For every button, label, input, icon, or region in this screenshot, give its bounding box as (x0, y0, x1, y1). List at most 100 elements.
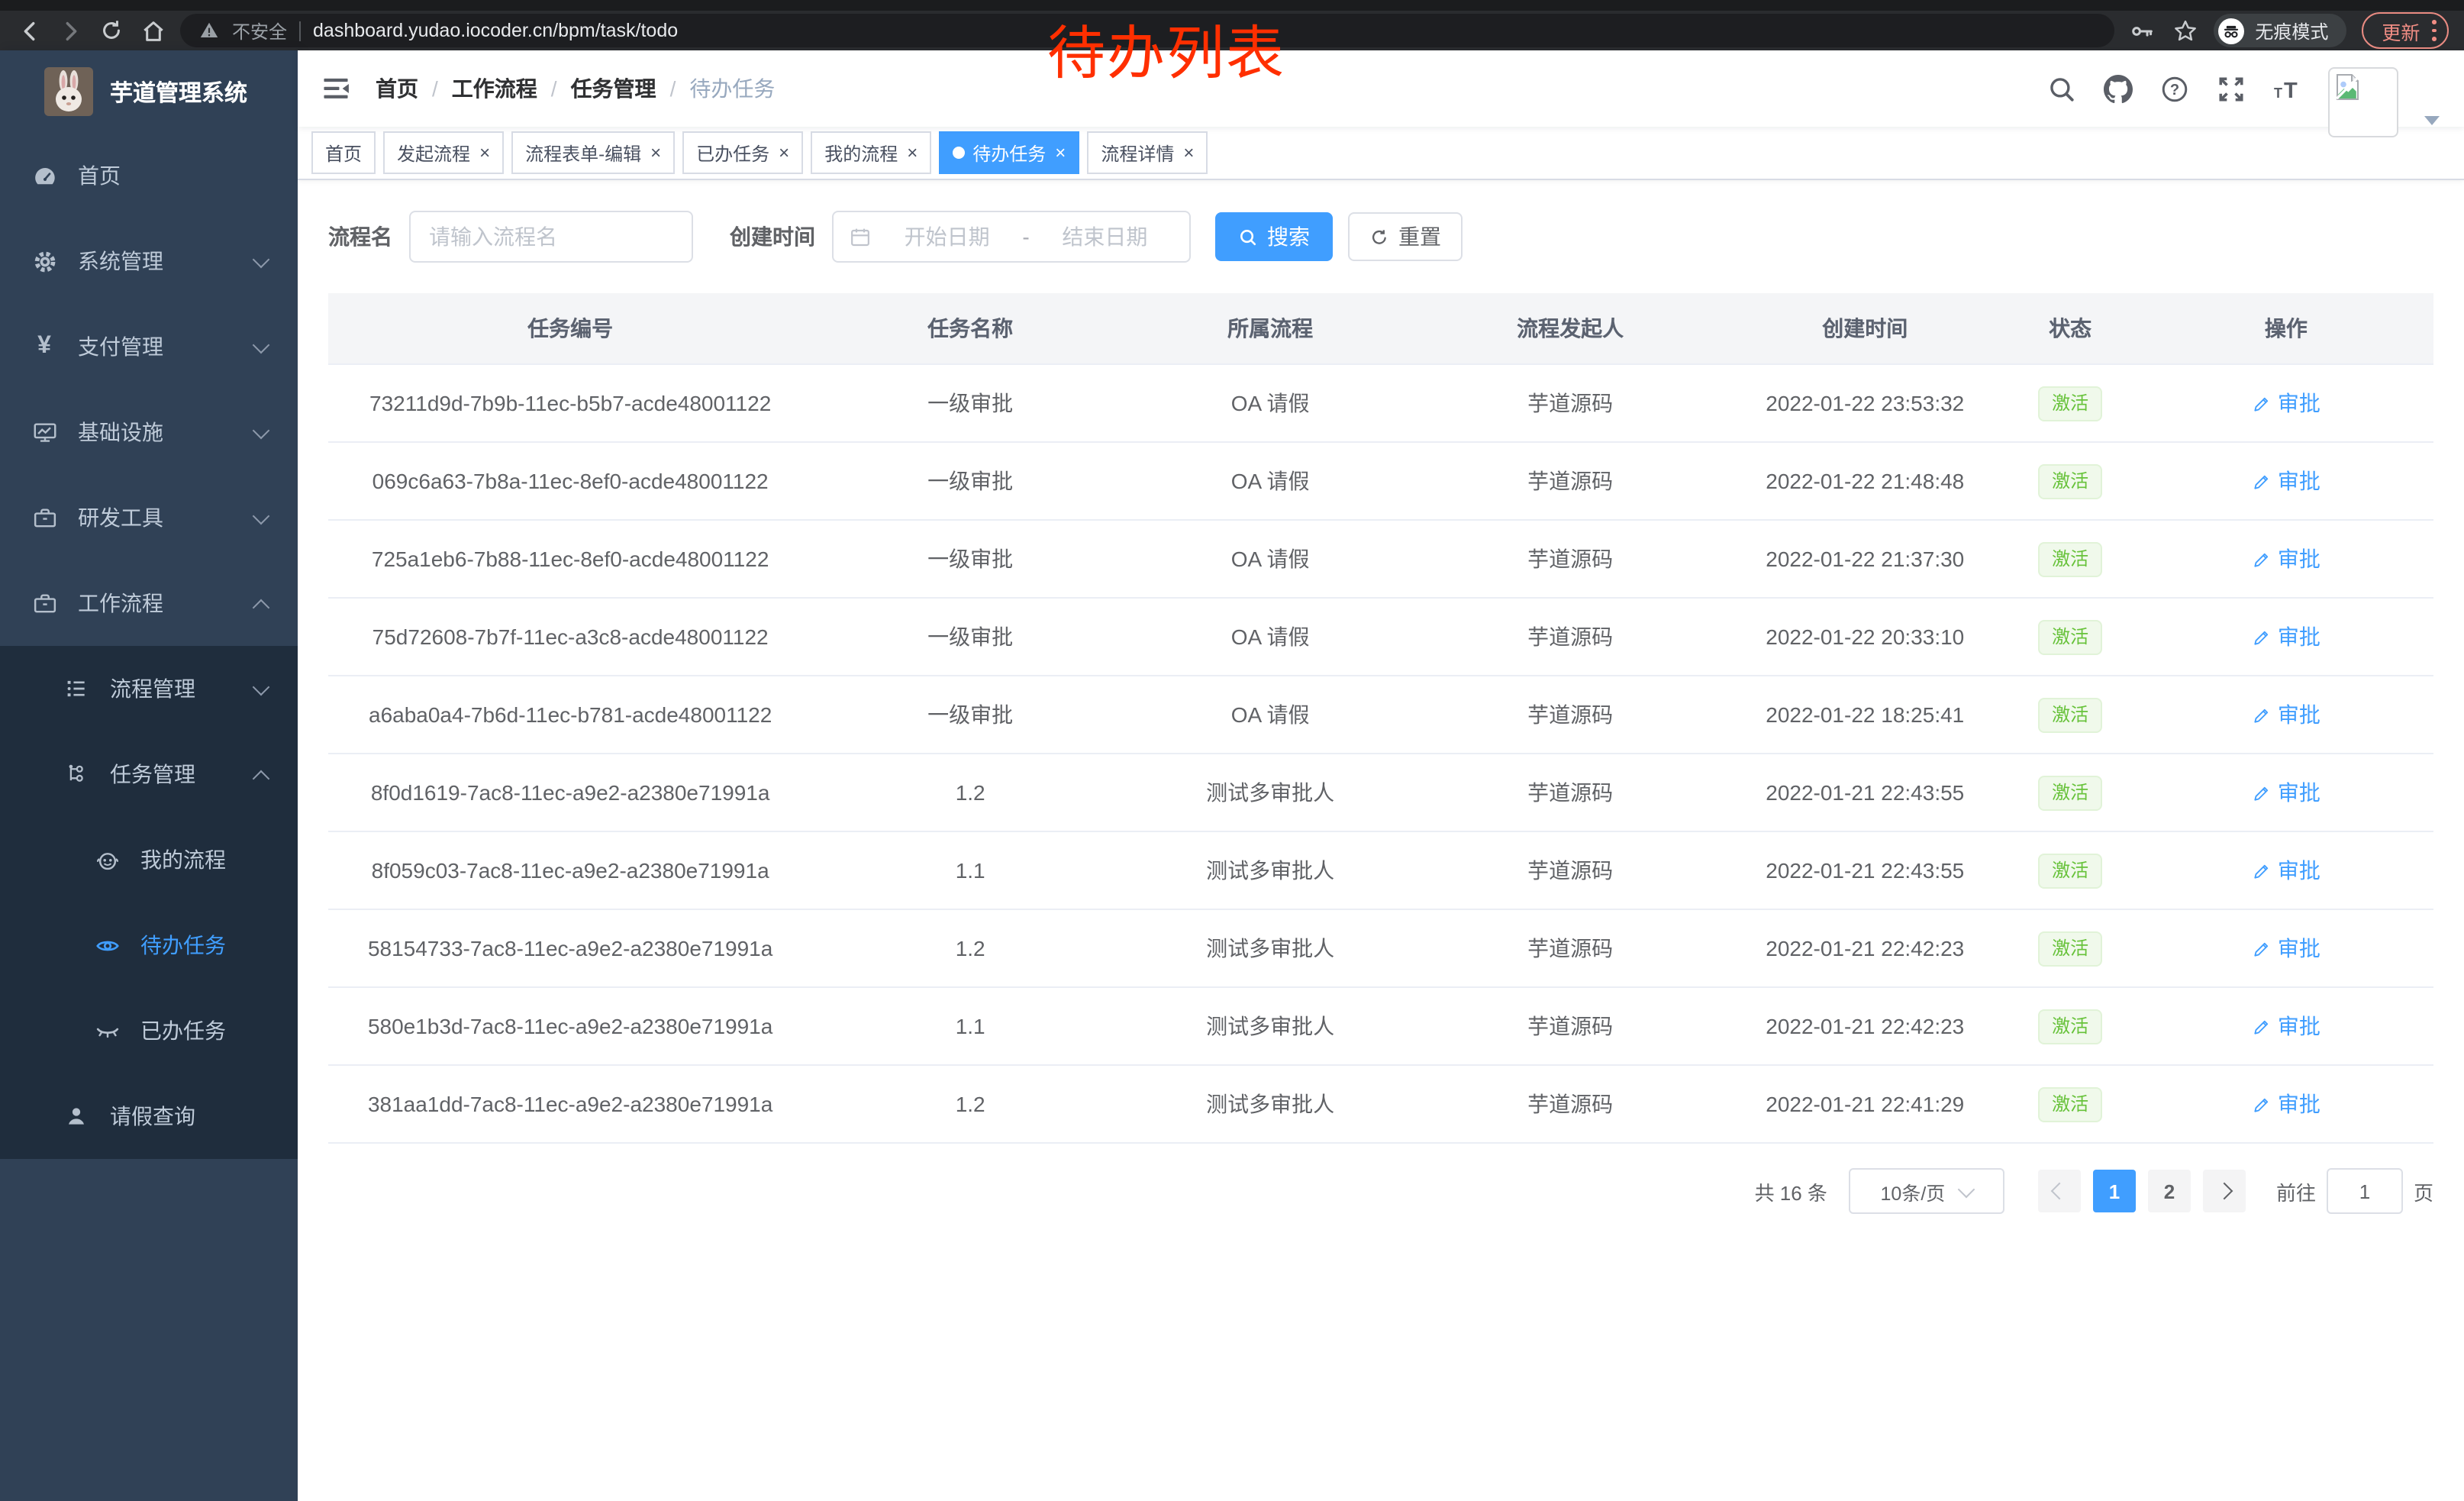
cell-action: 审批 (2139, 364, 2433, 442)
approve-link[interactable]: 审批 (2252, 699, 2320, 730)
sidebar-item-2[interactable]: ¥ 支付管理 (0, 304, 298, 389)
page-button-2[interactable]: 2 (2148, 1170, 2191, 1212)
sidebar-subitem-label: 我的流程 (140, 844, 226, 875)
breadcrumb-item-1[interactable]: 工作流程 (452, 73, 537, 104)
sidebar-item-1[interactable]: 系统管理 (0, 218, 298, 304)
status-badge: 激活 (2038, 931, 2102, 966)
cell-create-time: 2022-01-21 22:42:23 (1728, 987, 2002, 1065)
cell-task-id: a6aba0a4-7b6d-11ec-b781-acde48001122 (328, 676, 812, 754)
briefcase-icon (31, 589, 58, 617)
sidebar-collapse-icon[interactable] (321, 73, 351, 104)
cell-task-name: 1.2 (812, 909, 1128, 987)
sidebar-item-3[interactable]: 基础设施 (0, 389, 298, 475)
search-icon[interactable] (2046, 73, 2076, 104)
tab-3[interactable]: 已办任务 × (682, 131, 803, 174)
tab-4[interactable]: 我的流程 × (811, 131, 931, 174)
next-page-button[interactable] (2203, 1170, 2246, 1212)
approve-link-label: 审批 (2278, 933, 2320, 964)
search-button[interactable]: 搜索 (1215, 212, 1333, 261)
page-size-select[interactable]: 10条/页 (1849, 1168, 2004, 1214)
browser-back-icon[interactable] (15, 17, 43, 44)
breadcrumb-item-2[interactable]: 任务管理 (571, 73, 656, 104)
goto-page-suffix: 页 (2414, 1177, 2433, 1206)
sidebar-subitem-1[interactable]: 任务管理 (0, 731, 298, 817)
tab-close-icon[interactable]: × (779, 144, 789, 162)
sidebar-subitem-3[interactable]: 待办任务 (0, 902, 298, 988)
status-badge: 激活 (2038, 1009, 2102, 1044)
edit-icon (2252, 471, 2272, 491)
sidebar-item-4[interactable]: 研发工具 (0, 475, 298, 560)
table-row: 73211d9d-7b9b-11ec-b5b7-acde48001122 一级审… (328, 364, 2433, 442)
cell-task-id: 725a1eb6-7b88-11ec-8ef0-acde48001122 (328, 520, 812, 598)
approve-link[interactable]: 审批 (2252, 1089, 2320, 1119)
tab-close-icon[interactable]: × (1055, 144, 1066, 162)
create-time-label: 创建时间 (730, 221, 815, 252)
cell-task-id: 8f0d1619-7ac8-11ec-a9e2-a2380e71991a (328, 754, 812, 831)
sidebar-item-5[interactable]: 工作流程 (0, 560, 298, 646)
approve-link-label: 审批 (2278, 699, 2320, 730)
status-badge: 激活 (2038, 463, 2102, 499)
cell-status: 激活 (2002, 987, 2139, 1065)
tab-5[interactable]: 待办任务 × (939, 131, 1079, 174)
tab-close-icon[interactable]: × (650, 144, 661, 162)
security-label: 不安全 (232, 18, 287, 44)
cell-process: OA 请假 (1128, 442, 1412, 520)
font-size-icon[interactable]: TT (2272, 73, 2302, 104)
breadcrumb-separator: / (551, 76, 557, 101)
breadcrumb-item-0[interactable]: 首页 (376, 73, 418, 104)
approve-link[interactable]: 审批 (2252, 544, 2320, 574)
sidebar-subitem-4[interactable]: 已办任务 (0, 988, 298, 1073)
date-range-picker[interactable]: 开始日期 - 结束日期 (832, 211, 1191, 263)
chevron-up-icon (253, 599, 270, 617)
approve-link[interactable]: 审批 (2252, 933, 2320, 964)
svg-text:T: T (2274, 85, 2282, 100)
reset-button[interactable]: 重置 (1348, 212, 1463, 261)
approve-link[interactable]: 审批 (2252, 466, 2320, 496)
date-range-separator: - (1022, 224, 1029, 249)
goto-page-input[interactable] (2327, 1168, 2403, 1214)
chevron-down-icon (253, 679, 270, 696)
reset-refresh-icon (1369, 227, 1389, 247)
cell-action: 审批 (2139, 987, 2433, 1065)
sidebar-item-label: 基础设施 (78, 417, 163, 447)
help-question-icon[interactable]: ? (2159, 73, 2189, 104)
tab-2[interactable]: 流程表单-编辑 × (511, 131, 675, 174)
browser-home-icon[interactable] (139, 17, 166, 44)
approve-link-label: 审批 (2278, 388, 2320, 418)
browser-reload-icon[interactable] (98, 17, 125, 44)
user-avatar-broken-image[interactable] (2328, 67, 2398, 137)
approve-link[interactable]: 审批 (2252, 855, 2320, 886)
tab-close-icon[interactable]: × (907, 144, 918, 162)
page-button-1[interactable]: 1 (2093, 1170, 2136, 1212)
approve-link[interactable]: 审批 (2252, 388, 2320, 418)
process-name-input[interactable] (409, 211, 693, 263)
tab-6[interactable]: 流程详情 × (1087, 131, 1208, 174)
github-icon[interactable] (2102, 73, 2133, 104)
status-badge: 激活 (2038, 541, 2102, 576)
sidebar-subitem-0[interactable]: 流程管理 (0, 646, 298, 731)
fullscreen-icon[interactable] (2215, 73, 2246, 104)
chevron-left-icon (2051, 1183, 2069, 1200)
sidebar-item-0[interactable]: 首页 (0, 133, 298, 218)
reset-button-label: 重置 (1398, 221, 1441, 252)
prev-page-button[interactable] (2038, 1170, 2081, 1212)
breadcrumb-separator: / (670, 76, 676, 101)
tab-close-icon[interactable]: × (1183, 144, 1194, 162)
cell-initiator: 芋道源码 (1412, 831, 1728, 909)
page-content: 流程名 创建时间 开始日期 - 结束日期 (298, 180, 2464, 1501)
tab-0[interactable]: 首页 (311, 131, 376, 174)
tab-close-icon[interactable]: × (479, 144, 490, 162)
browser-forward-icon[interactable] (56, 17, 84, 44)
approve-link[interactable]: 审批 (2252, 1011, 2320, 1041)
sidebar-logo-row[interactable]: 芋道管理系统 (0, 50, 298, 133)
avatar-caret-down-icon[interactable] (2424, 116, 2440, 125)
sidebar-subitem-2[interactable]: 我的流程 (0, 817, 298, 902)
approve-link[interactable]: 审批 (2252, 777, 2320, 808)
app-shell: 芋道管理系统 首页 系统管理 ¥ 支付管理 基础设施 研发工具 工作流程 流程管… (0, 50, 2464, 1501)
tab-1[interactable]: 发起流程 × (383, 131, 504, 174)
sidebar-subitem-5[interactable]: 请假查询 (0, 1073, 298, 1159)
cell-create-time: 2022-01-22 21:48:48 (1728, 442, 2002, 520)
goto-page: 前往 页 (2276, 1168, 2433, 1214)
chevron-down-icon (253, 337, 270, 354)
approve-link[interactable]: 审批 (2252, 621, 2320, 652)
